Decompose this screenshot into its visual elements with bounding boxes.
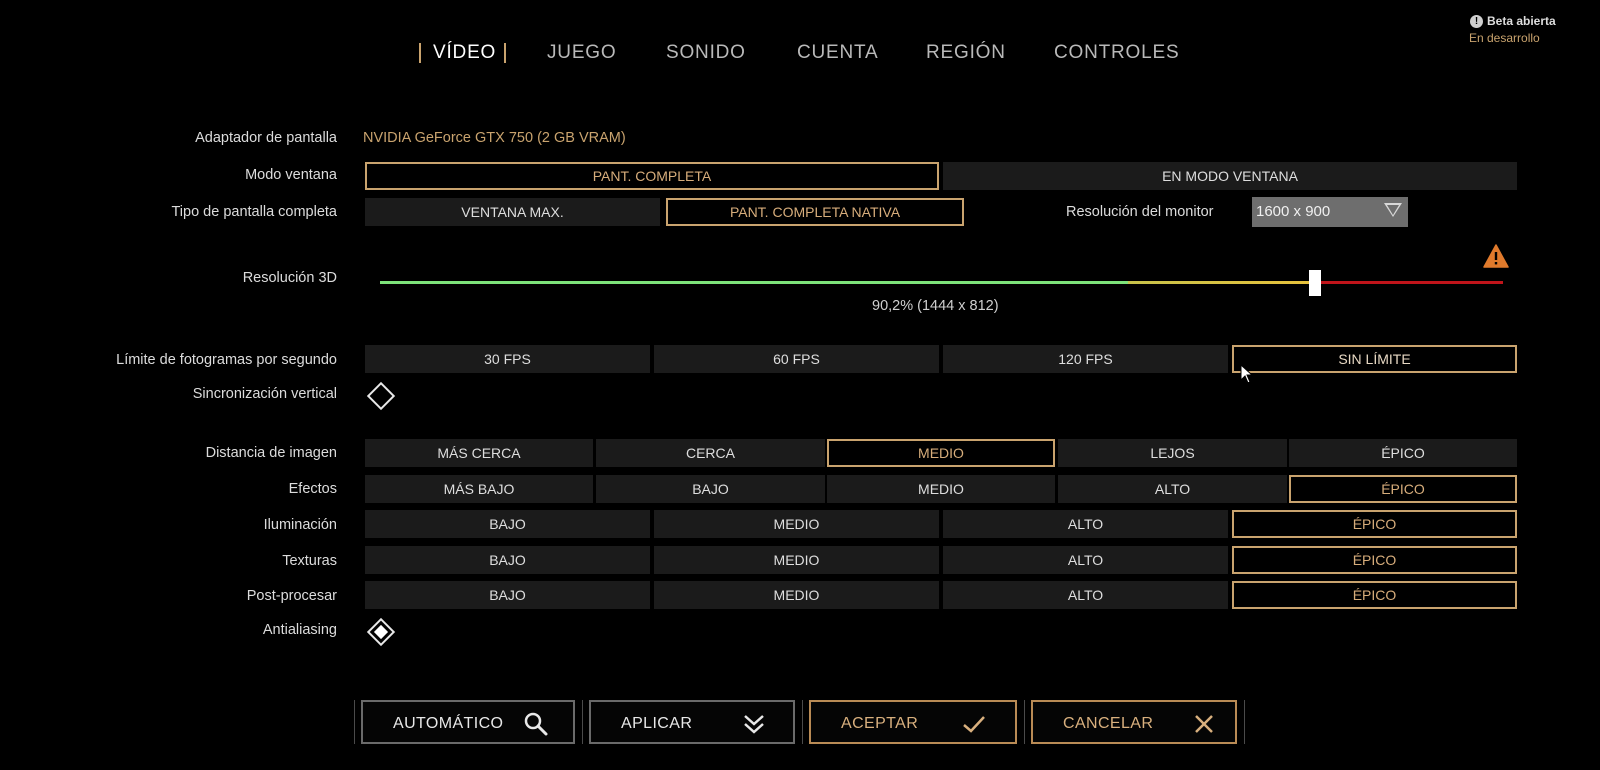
vsync-checkbox[interactable] bbox=[366, 381, 396, 411]
tab-sonido[interactable]: SONIDO bbox=[666, 42, 746, 64]
monitor-resolution-select[interactable]: 1600 x 900 bbox=[1252, 197, 1408, 227]
fps-unlimited[interactable]: SIN LÍMITE bbox=[1232, 345, 1517, 373]
monitor-resolution-value: 1600 x 900 bbox=[1256, 203, 1331, 220]
view-distance-epico[interactable]: ÉPICO bbox=[1289, 439, 1517, 467]
button-separator bbox=[582, 700, 583, 744]
info-icon: ! bbox=[1470, 15, 1483, 28]
lighting-label: Iluminación bbox=[263, 517, 337, 533]
antialiasing-checkbox[interactable] bbox=[366, 617, 396, 647]
tab-controles[interactable]: CONTROLES bbox=[1054, 42, 1179, 64]
lighting-epico[interactable]: ÉPICO bbox=[1232, 510, 1517, 538]
post-processing-bajo[interactable]: BAJO bbox=[365, 581, 650, 609]
window-mode-fullscreen[interactable]: PANT. COMPLETA bbox=[365, 162, 939, 190]
slider-track-red bbox=[1315, 281, 1503, 284]
button-separator bbox=[802, 700, 803, 744]
beta-title: Beta abierta bbox=[1487, 14, 1556, 28]
tab-video[interactable]: VÍDEO bbox=[433, 42, 496, 64]
window-mode-windowed[interactable]: EN MODO VENTANA bbox=[943, 162, 1517, 190]
resolution-3d-slider-thumb[interactable] bbox=[1309, 270, 1321, 296]
textures-medio[interactable]: MEDIO bbox=[654, 546, 939, 574]
textures-label: Texturas bbox=[282, 553, 337, 569]
view-distance-mas-cerca[interactable]: MÁS CERCA bbox=[365, 439, 593, 467]
window-mode-label: Modo ventana bbox=[245, 167, 337, 183]
close-icon bbox=[1195, 715, 1213, 733]
post-processing-label: Post-procesar bbox=[246, 588, 337, 604]
warning-icon bbox=[1483, 244, 1509, 268]
view-distance-label: Distancia de imagen bbox=[205, 445, 337, 461]
adapter-label: Adaptador de pantalla bbox=[195, 130, 337, 146]
post-processing-alto[interactable]: ALTO bbox=[943, 581, 1228, 609]
mouse-cursor-icon bbox=[1240, 364, 1254, 384]
auto-button[interactable]: AUTOMÁTICO bbox=[361, 700, 575, 744]
auto-button-label: AUTOMÁTICO bbox=[393, 715, 504, 732]
checkbox-fill bbox=[373, 624, 389, 640]
apply-button[interactable]: APLICAR bbox=[589, 700, 795, 744]
fullscreen-type-native[interactable]: PANT. COMPLETA NATIVA bbox=[666, 198, 964, 226]
dropdown-arrow-icon bbox=[1384, 203, 1402, 217]
textures-alto[interactable]: ALTO bbox=[943, 546, 1228, 574]
button-separator bbox=[1244, 700, 1245, 744]
fps-30[interactable]: 30 FPS bbox=[365, 345, 650, 373]
view-distance-cerca[interactable]: CERCA bbox=[596, 439, 825, 467]
active-tab-left-bar bbox=[419, 43, 421, 63]
effects-bajo[interactable]: BAJO bbox=[596, 475, 825, 503]
textures-bajo[interactable]: BAJO bbox=[365, 546, 650, 574]
slider-track-green bbox=[380, 281, 1128, 284]
active-tab-right-bar bbox=[504, 43, 506, 63]
view-distance-lejos[interactable]: LEJOS bbox=[1058, 439, 1287, 467]
effects-label: Efectos bbox=[288, 481, 337, 497]
effects-medio[interactable]: MEDIO bbox=[827, 475, 1055, 503]
effects-epico[interactable]: ÉPICO bbox=[1289, 475, 1517, 503]
fps-60[interactable]: 60 FPS bbox=[654, 345, 939, 373]
view-distance-medio[interactable]: MEDIO bbox=[827, 439, 1055, 467]
effects-alto[interactable]: ALTO bbox=[1058, 475, 1287, 503]
cancel-button-label: CANCELAR bbox=[1063, 715, 1154, 732]
checkmark-icon bbox=[963, 716, 985, 733]
double-chevron-down-icon bbox=[744, 715, 764, 734]
accept-button-label: ACEPTAR bbox=[841, 715, 919, 732]
apply-button-label: APLICAR bbox=[621, 715, 693, 732]
tab-juego[interactable]: JUEGO bbox=[547, 42, 616, 64]
fullscreen-type-window-max[interactable]: VENTANA MAX. bbox=[365, 198, 660, 226]
fps-limit-label: Límite de fotogramas por segundo bbox=[116, 352, 337, 368]
antialiasing-label: Antialiasing bbox=[262, 622, 337, 638]
monitor-resolution-label: Resolución del monitor bbox=[1066, 204, 1214, 220]
adapter-value: NVIDIA GeForce GTX 750 (2 GB VRAM) bbox=[363, 130, 626, 146]
tab-cuenta[interactable]: CUENTA bbox=[797, 42, 879, 64]
effects-mas-bajo[interactable]: MÁS BAJO bbox=[365, 475, 593, 503]
textures-epico[interactable]: ÉPICO bbox=[1232, 546, 1517, 574]
accept-button[interactable]: ACEPTAR bbox=[809, 700, 1017, 744]
post-processing-medio[interactable]: MEDIO bbox=[654, 581, 939, 609]
search-icon bbox=[524, 712, 548, 736]
button-separator bbox=[1024, 700, 1025, 744]
post-processing-epico[interactable]: ÉPICO bbox=[1232, 581, 1517, 609]
lighting-bajo[interactable]: BAJO bbox=[365, 510, 650, 538]
cancel-button[interactable]: CANCELAR bbox=[1031, 700, 1237, 744]
beta-subtitle: En desarrollo bbox=[1469, 31, 1540, 45]
vsync-label: Sincronización vertical bbox=[192, 386, 337, 402]
tab-region[interactable]: REGIÓN bbox=[926, 42, 1006, 64]
resolution-3d-label: Resolución 3D bbox=[242, 270, 337, 286]
slider-track-yellow bbox=[1128, 281, 1315, 284]
lighting-alto[interactable]: ALTO bbox=[943, 510, 1228, 538]
lighting-medio[interactable]: MEDIO bbox=[654, 510, 939, 538]
fullscreen-type-label: Tipo de pantalla completa bbox=[171, 204, 337, 220]
fps-120[interactable]: 120 FPS bbox=[943, 345, 1228, 373]
resolution-3d-readout: 90,2% (1444 x 812) bbox=[872, 298, 999, 314]
button-separator bbox=[354, 700, 355, 744]
